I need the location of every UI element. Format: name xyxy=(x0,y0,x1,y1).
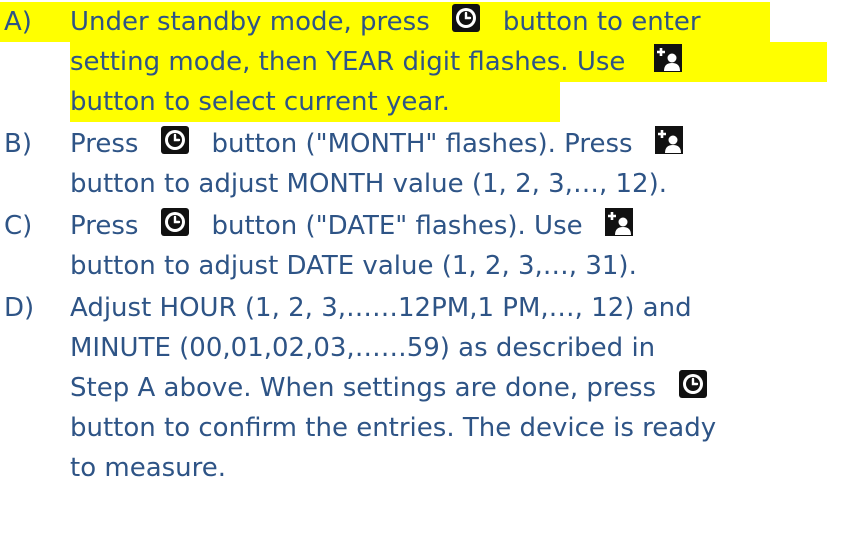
plus-user-icon xyxy=(655,126,684,154)
clock-icon xyxy=(452,4,481,32)
step-letter: C) xyxy=(4,211,33,241)
step-b-line-2: button to adjust MONTH value (1, 2, 3,…,… xyxy=(70,164,667,204)
step-letter: D) xyxy=(4,293,35,323)
step-text: Step A above. When settings are done, pr… xyxy=(70,373,657,403)
step-text: Press xyxy=(70,211,139,241)
step-text: setting mode, then YEAR digit flashes. U… xyxy=(70,47,626,77)
step-d-line-4: button to confirm the entries. The devic… xyxy=(70,408,716,448)
step-d-line-2: MINUTE (00,01,02,03,……59) as described i… xyxy=(70,328,655,368)
step-b-line-1: Press button ("MONTH" flashes). Press xyxy=(70,124,684,164)
step-text: button ("MONTH" flashes). Press xyxy=(211,129,633,159)
step-text: button to adjust DATE value (1, 2, 3,…, … xyxy=(70,251,637,281)
step-letter: A) xyxy=(4,7,32,37)
step-letter: B) xyxy=(4,129,32,159)
step-text: to measure. xyxy=(70,453,227,483)
clock-icon xyxy=(678,370,707,398)
clock-icon xyxy=(160,208,189,236)
step-a-line-2: setting mode, then YEAR digit flashes. U… xyxy=(70,42,682,82)
step-text: MINUTE (00,01,02,03,……59) as described i… xyxy=(70,333,656,363)
step-d-line-5: to measure. xyxy=(70,448,226,488)
step-text: button ("DATE" flashes). Use xyxy=(211,211,583,241)
step-text: button to confirm the entries. The devic… xyxy=(70,413,717,443)
step-text: button to adjust MONTH value (1, 2, 3,…,… xyxy=(70,169,667,199)
step-a-line-3: button to select current year. xyxy=(70,82,450,122)
step-text: Press xyxy=(70,129,139,159)
step-text: Under standby mode, press xyxy=(70,7,430,37)
step-d-line-3: Step A above. When settings are done, pr… xyxy=(70,368,707,408)
step-c-line-1: Press button ("DATE" flashes). Use xyxy=(70,206,634,246)
step-a-line-1: Under standby mode, press button to ente… xyxy=(70,2,701,42)
plus-user-icon xyxy=(605,208,634,236)
plus-user-icon xyxy=(653,44,682,72)
step-d-line-1: Adjust HOUR (1, 2, 3,……12PM,1 PM,…, 12) … xyxy=(70,288,692,328)
step-text: button to select current year. xyxy=(70,87,450,117)
step-text: button to enter xyxy=(502,7,701,37)
clock-icon xyxy=(160,126,189,154)
step-c-line-2: button to adjust DATE value (1, 2, 3,…, … xyxy=(70,246,637,286)
step-text: Adjust HOUR (1, 2, 3,……12PM,1 PM,…, 12) … xyxy=(70,293,692,323)
